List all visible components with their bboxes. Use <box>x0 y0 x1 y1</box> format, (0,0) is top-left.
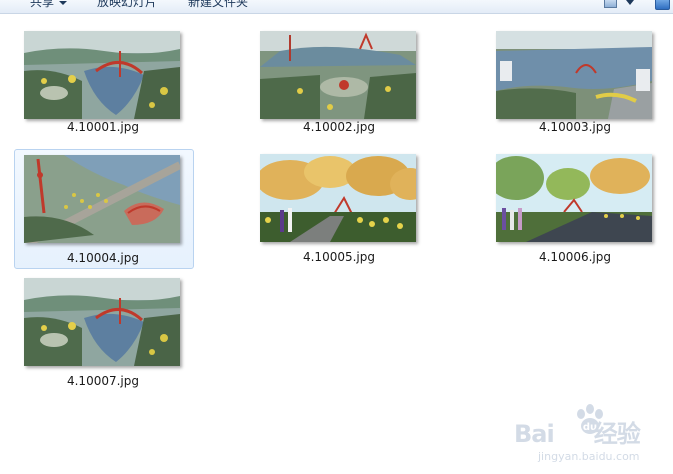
file-tile[interactable]: 4.10002.jpg <box>250 23 428 141</box>
image-thumbnail <box>260 31 416 119</box>
file-name: 4.10005.jpg <box>302 250 375 264</box>
watermark-url: jingyan.baidu.com <box>538 450 640 463</box>
new-folder-button[interactable]: 新建文件夹 <box>188 0 248 10</box>
image-thumbnail <box>260 154 416 242</box>
file-tile[interactable]: 4.10003.jpg <box>486 23 664 141</box>
thumbnail-art <box>260 154 416 242</box>
watermark-brand: Bai 经验 <box>514 420 641 448</box>
slideshow-button[interactable]: 放映幻灯片 <box>97 0 157 10</box>
file-name: 4.10003.jpg <box>538 120 611 134</box>
thumbnail-art <box>496 31 652 119</box>
baidu-jingyan-watermark: du Bai 经验 jingyan.baidu.com <box>512 400 672 472</box>
chevron-down-icon <box>59 0 68 5</box>
file-name: 4.10004.jpg <box>66 251 139 265</box>
image-thumbnail <box>24 155 180 243</box>
help-icon[interactable] <box>655 0 670 10</box>
file-tile[interactable]: 4.10006.jpg <box>486 146 664 264</box>
file-tile[interactable]: 4.10005.jpg <box>250 146 428 264</box>
image-thumbnail <box>24 31 180 119</box>
command-toolbar: 共享 放映幻灯片 新建文件夹 <box>0 0 673 14</box>
thumbnail-art <box>496 154 652 242</box>
thumbnail-art <box>24 278 180 366</box>
file-tile[interactable]: 4.10001.jpg <box>14 23 192 141</box>
file-name: 4.10006.jpg <box>538 250 611 264</box>
thumbnail-art <box>24 31 180 119</box>
share-menu-button[interactable]: 共享 <box>30 0 68 10</box>
file-name: 4.10001.jpg <box>66 120 139 134</box>
file-tile[interactable]: 4.10007.jpg <box>14 270 192 388</box>
share-label: 共享 <box>30 0 55 9</box>
file-tile-selected[interactable]: 4.10004.jpg <box>14 149 194 269</box>
file-name: 4.10007.jpg <box>66 374 139 388</box>
file-name: 4.10002.jpg <box>302 120 375 134</box>
thumbnail-art <box>260 31 416 119</box>
image-thumbnail <box>496 31 652 119</box>
view-options-chevron-icon[interactable] <box>626 0 634 5</box>
image-thumbnail <box>24 278 180 366</box>
view-mode-icon[interactable] <box>604 0 617 8</box>
thumbnail-art <box>24 155 180 243</box>
image-thumbnail <box>496 154 652 242</box>
